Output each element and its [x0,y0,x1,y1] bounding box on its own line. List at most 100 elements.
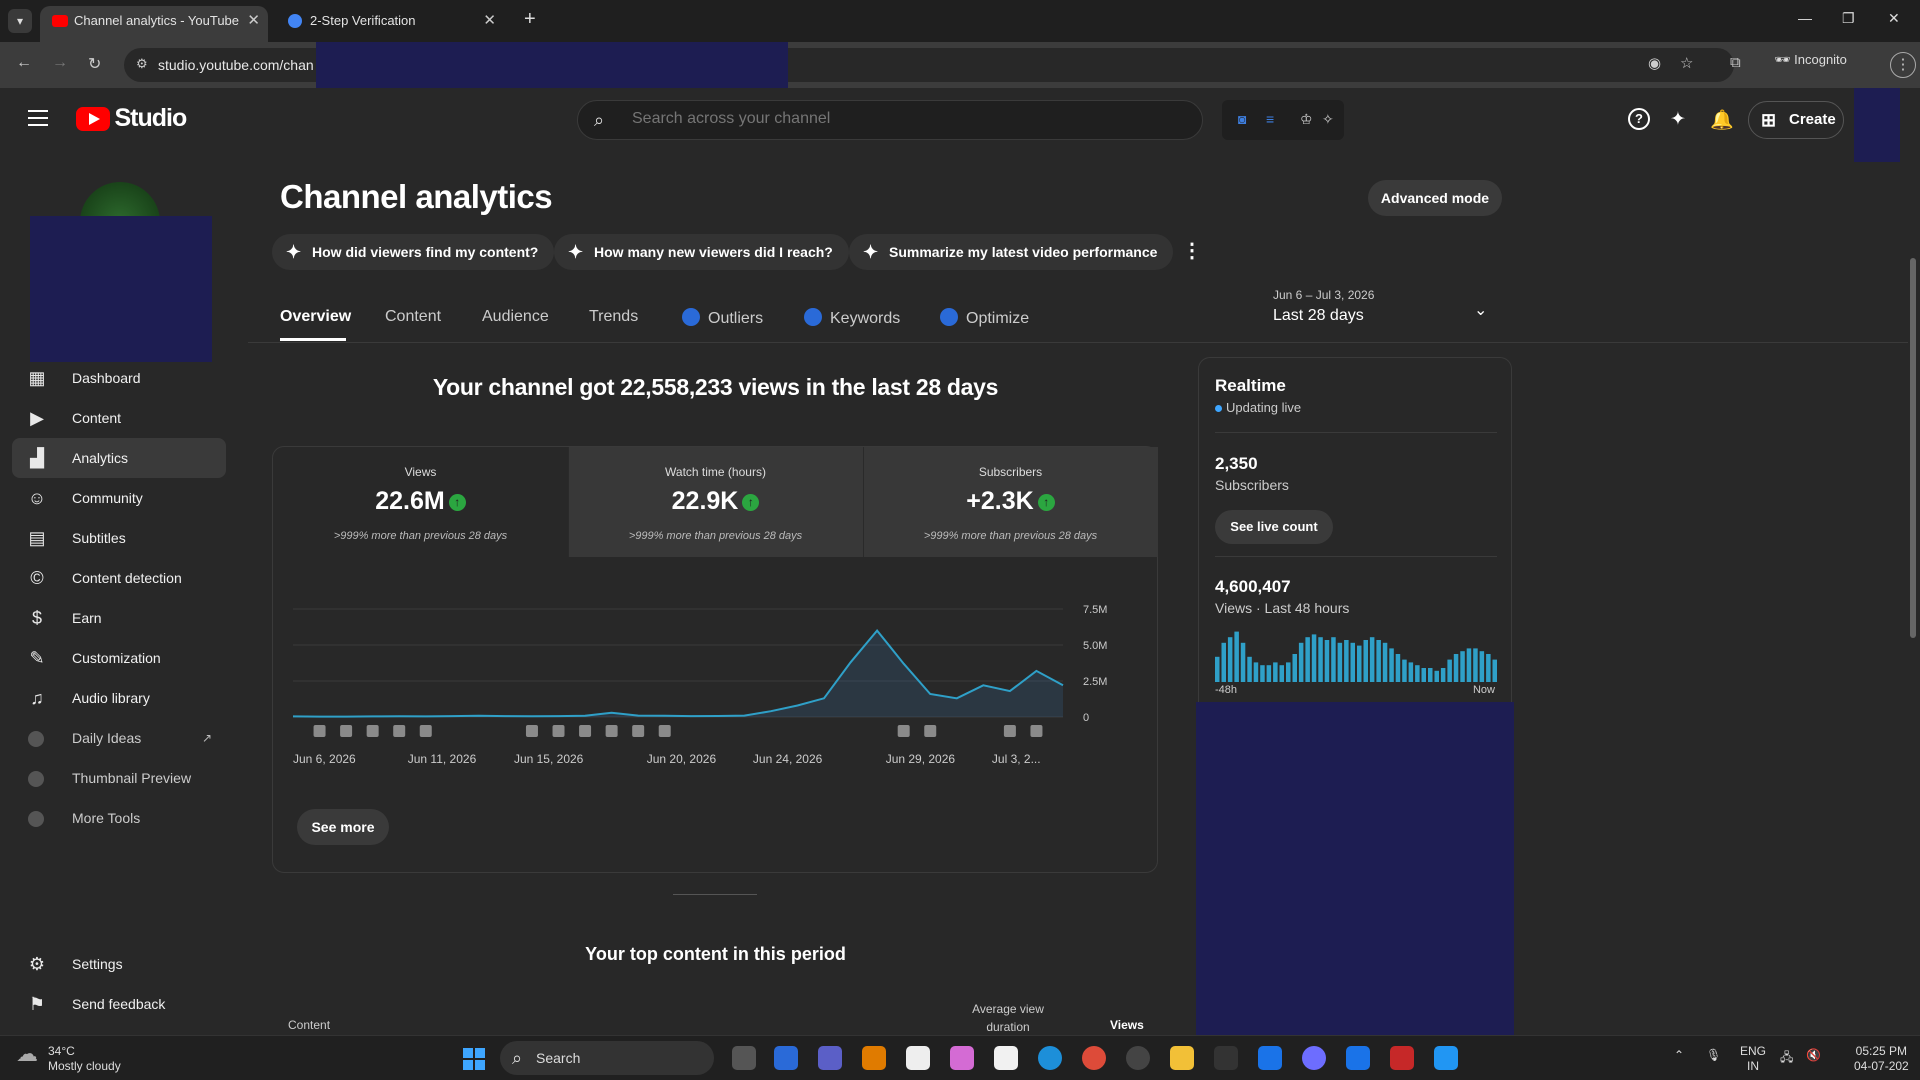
help-icon[interactable]: ? [1628,108,1650,130]
photos-icon[interactable] [1434,1046,1458,1070]
realtime-bar[interactable] [1479,651,1485,682]
tab-search-dropdown[interactable]: ▾ [8,9,32,33]
realtime-bar[interactable] [1408,662,1414,682]
metric-watch-time[interactable]: Watch time (hours) 22.9K ↑ >999% more tha… [568,447,863,557]
realtime-bar[interactable] [1240,642,1246,682]
realtime-bar[interactable] [1492,659,1498,682]
task-view-icon[interactable] [732,1046,756,1070]
realtime-bar[interactable] [1395,654,1401,682]
discord-icon[interactable] [1302,1046,1326,1070]
store-icon[interactable] [994,1046,1018,1070]
realtime-bar[interactable] [1221,642,1227,682]
video-marker[interactable] [552,725,565,737]
video-marker[interactable] [313,725,326,737]
reload-icon[interactable]: ↻ [88,54,101,74]
realtime-bar[interactable] [1286,662,1291,682]
ai-prompt-chip[interactable]: How did viewers find my content? [272,234,555,270]
extension-logo-icon[interactable]: ◙ [1238,111,1246,127]
video-marker[interactable] [897,725,910,737]
realtime-bar[interactable] [1415,665,1420,682]
realtime-bar[interactable] [1369,637,1375,682]
trophy-icon[interactable]: ♔ [1300,111,1313,128]
notion-icon[interactable] [906,1046,930,1070]
sidebar-item-settings[interactable]: ⚙ Settings [12,944,226,984]
video-marker[interactable] [525,725,538,737]
tab-trends[interactable]: Trends [589,308,638,326]
metric-views[interactable]: Views 22.6M ↑ >999% more than previous 28… [273,447,568,557]
realtime-bar[interactable] [1260,665,1265,682]
advanced-mode-button[interactable]: Advanced mode [1368,180,1502,216]
sidebar-item-dashboard[interactable]: ▦ Dashboard [12,358,226,398]
realtime-bar[interactable] [1337,642,1343,682]
microphone-icon[interactable]: 🎙 [1706,1048,1721,1062]
video-marker[interactable] [658,725,671,737]
vlc-icon[interactable] [862,1046,886,1070]
network-icon[interactable]: 🖧 [1780,1048,1793,1069]
video-marker[interactable] [366,725,379,737]
restore-icon[interactable]: ❐ [1842,10,1855,27]
realtime-bar[interactable] [1253,662,1259,682]
sidebar-item-earn[interactable]: $ Earn [12,598,226,638]
taskbar-search[interactable]: Search [500,1041,714,1075]
tab-content[interactable]: Content [385,308,441,326]
video-marker[interactable] [605,725,618,737]
language-indicator[interactable]: ENG IN [1740,1044,1766,1074]
realtime-bar-chart[interactable] [1215,626,1497,682]
extension-list-icon[interactable]: ≡ [1266,111,1274,127]
chrome-icon[interactable] [1082,1046,1106,1070]
notifications-bell-icon[interactable]: 🔔 [1710,108,1734,132]
realtime-bar[interactable] [1292,654,1298,682]
site-info-icon[interactable]: ⚙ [136,56,148,72]
video-marker[interactable] [340,725,353,737]
video-marker[interactable] [419,725,432,737]
tray-overflow-icon[interactable]: ⌃ [1674,1048,1684,1062]
realtime-bar[interactable] [1363,640,1369,682]
search-input[interactable] [632,110,1172,128]
sidebar-item-daily-ideas[interactable]: Daily Ideas ↗ [12,718,226,758]
sidebar-item-audio-library[interactable]: ♫ Audio library [12,678,226,718]
close-tab-icon[interactable]: ✕ [247,6,260,36]
back-icon[interactable]: ← [16,54,32,72]
sidebar-item-thumbnail-preview[interactable]: Thumbnail Preview [12,758,226,798]
incognito-badge[interactable]: 🕶 Incognito [1774,52,1847,68]
video-marker[interactable] [924,725,937,737]
studio-logo[interactable]: Studio [76,104,187,133]
sidebar-item-customization[interactable]: ✎ Customization [12,638,226,678]
realtime-bar[interactable] [1305,637,1310,682]
sidebar-item-analytics[interactable]: ▟ Analytics [12,438,226,478]
menu-icon[interactable] [28,110,48,131]
realtime-bar[interactable] [1376,640,1381,682]
outlook-icon[interactable] [774,1046,798,1070]
teams-icon[interactable] [818,1046,842,1070]
bookmark-star-icon[interactable]: ☆ [1680,54,1693,72]
tab-outliers[interactable]: Outliers [682,308,763,328]
column-header-views[interactable]: Views [1110,1018,1144,1032]
snipping-tool-icon[interactable] [1390,1046,1414,1070]
page-scrollbar[interactable] [1910,258,1916,638]
system-clock[interactable]: 05:25 PM 04-07-202 [1854,1044,1909,1074]
browser-menu-icon[interactable]: ⋮ [1890,52,1916,78]
realtime-bar[interactable] [1402,659,1407,682]
sidebar-item-subtitles[interactable]: ▤ Subtitles [12,518,226,558]
realtime-bar[interactable] [1382,642,1388,682]
realtime-bar[interactable] [1389,648,1394,682]
tab-audience[interactable]: Audience [482,308,549,326]
edge-icon[interactable] [1038,1046,1062,1070]
powershell-icon[interactable] [1258,1046,1282,1070]
realtime-bar[interactable] [1234,631,1239,682]
realtime-bar[interactable] [1279,665,1285,682]
realtime-bar[interactable] [1466,648,1472,682]
video-marker[interactable] [579,725,592,737]
realtime-bar[interactable] [1357,645,1362,682]
realtime-bar[interactable] [1460,651,1465,682]
video-marker[interactable] [393,725,406,737]
realtime-bar[interactable] [1266,665,1272,682]
column-header-content[interactable]: Content [288,1018,330,1032]
weather-widget[interactable]: 34°C Mostly cloudy [16,1044,121,1074]
realtime-bar[interactable] [1486,654,1491,682]
realtime-bar[interactable] [1227,637,1233,682]
realtime-bar[interactable] [1473,648,1478,682]
copilot-icon[interactable] [950,1046,974,1070]
metric-subscribers[interactable]: Subscribers +2.3K ↑ >999% more than previ… [863,447,1158,557]
video-marker[interactable] [1030,725,1043,737]
